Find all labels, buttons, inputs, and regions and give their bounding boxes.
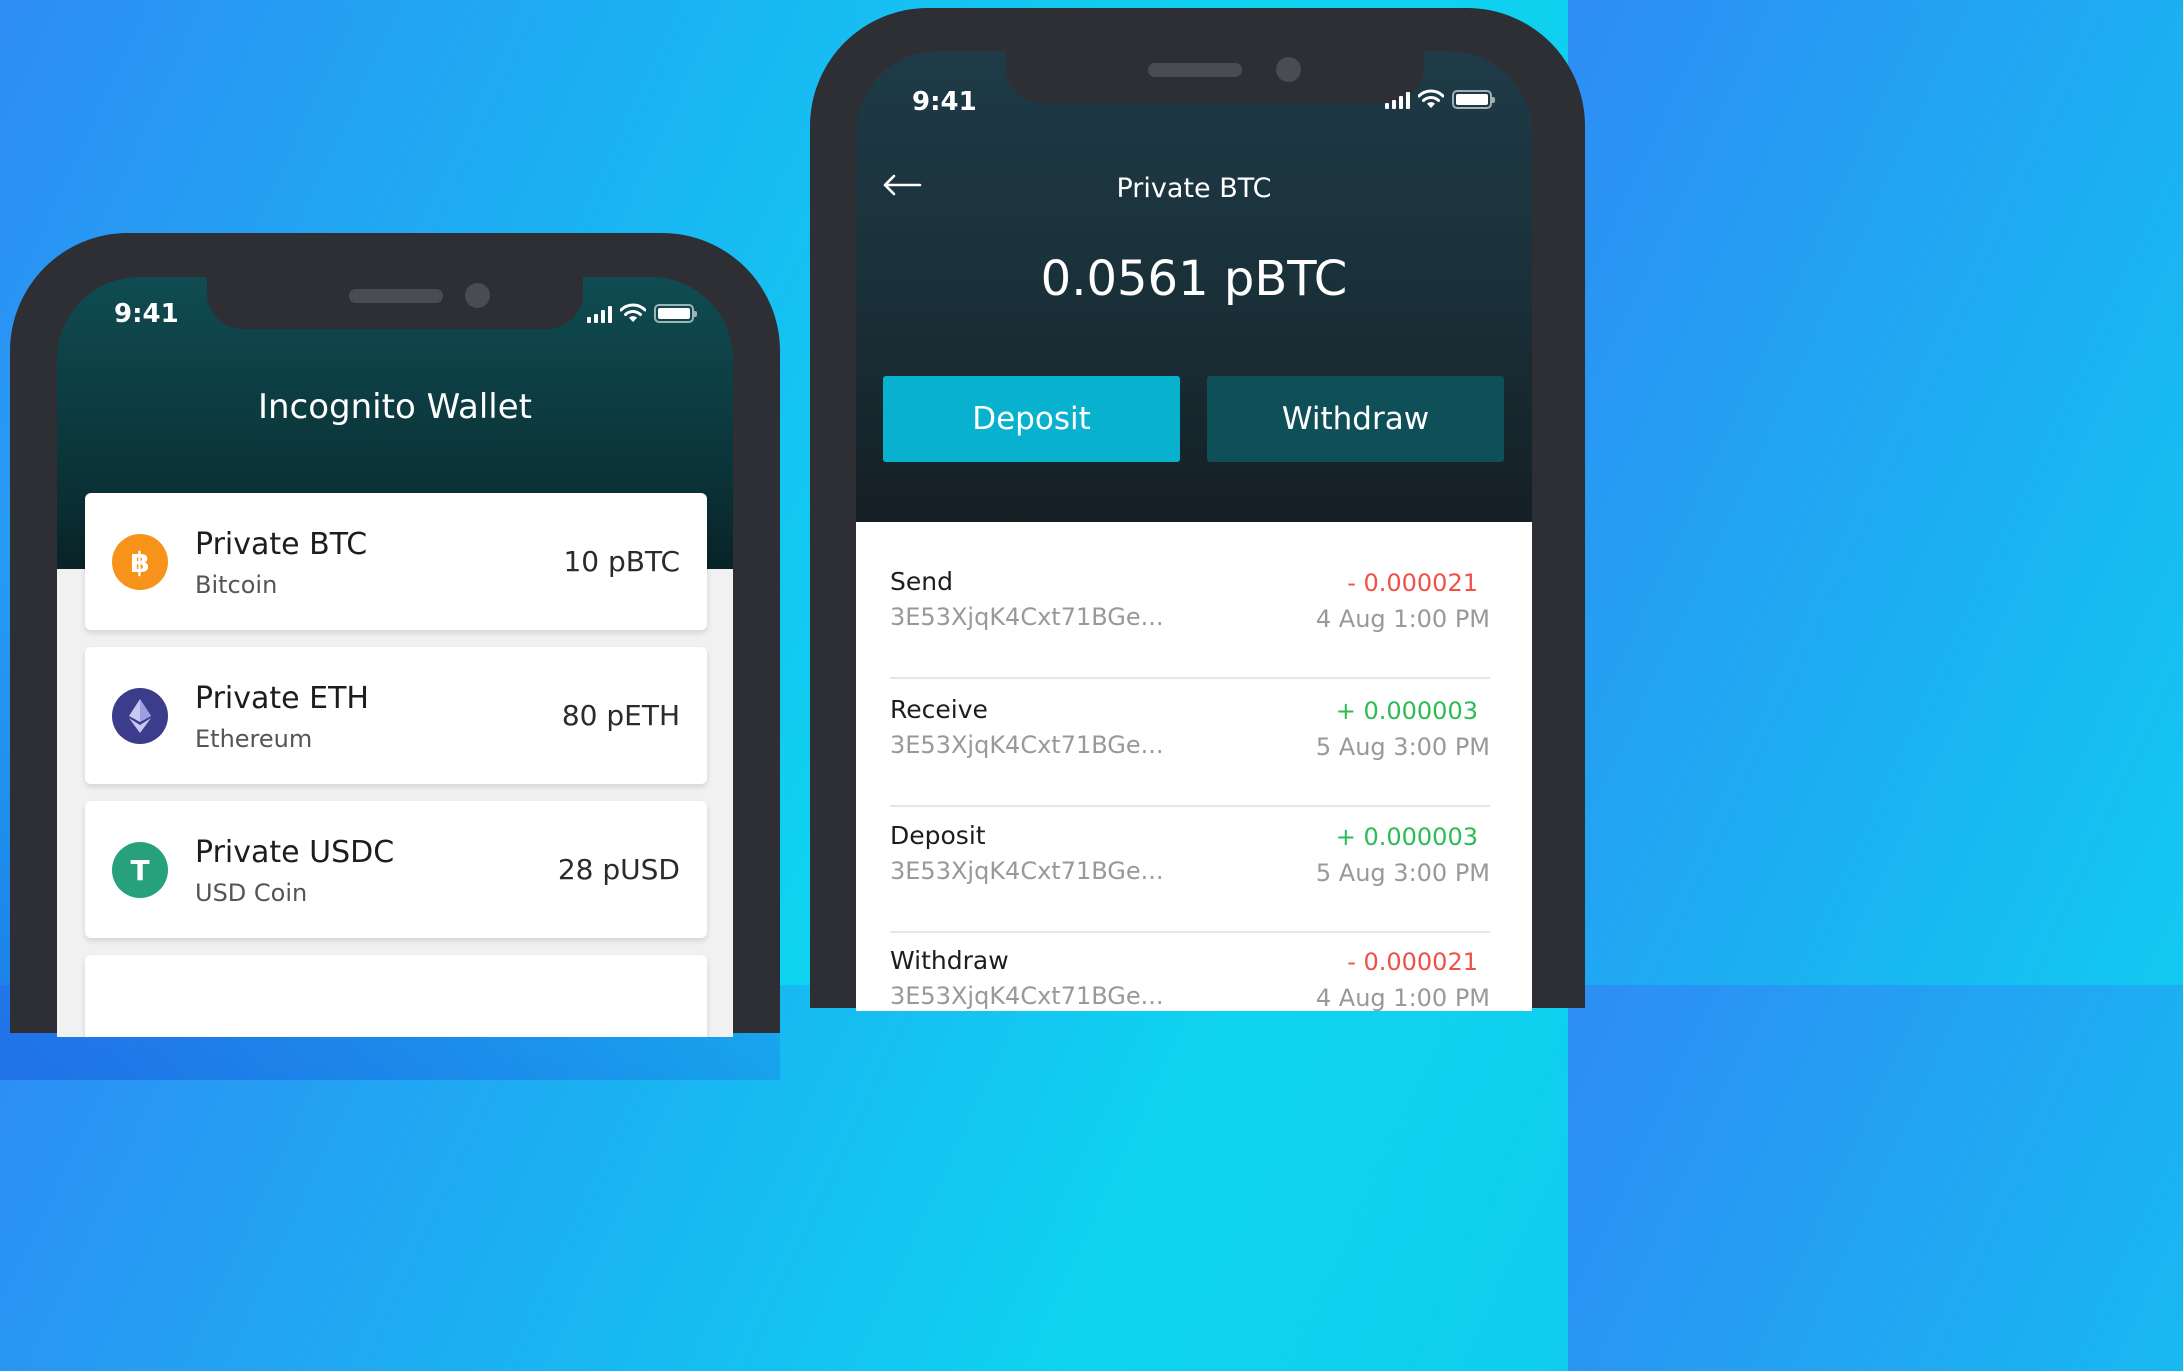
wallet-screen: 9:41 Incognito Wallet ฿ Private BTC Bitc…	[57, 277, 733, 1037]
coin-detail-screen: 9:41 Private BTC 0.0561 pBTC Deposit Wit…	[856, 51, 1532, 1011]
transaction-address: 3E53XjqK4Cxt71BGe...	[890, 982, 1164, 1010]
coin-subtitle: Ethereum	[195, 725, 313, 753]
phone-wallet-list: 9:41 Incognito Wallet ฿ Private BTC Bitc…	[10, 233, 780, 1037]
transaction-type: Receive	[890, 695, 988, 724]
phone-coin-detail: 9:41 Private BTC 0.0561 pBTC Deposit Wit…	[810, 8, 1585, 1011]
phone-notch	[207, 277, 583, 329]
ethereum-icon	[112, 688, 168, 744]
usd-coin-icon: T	[112, 842, 168, 898]
status-time: 9:41	[114, 299, 179, 329]
signal-icon	[1385, 91, 1410, 109]
coin-card-partial[interactable]	[85, 955, 707, 1037]
transaction-amount: - 0.000021	[1347, 948, 1478, 976]
front-camera	[1276, 57, 1301, 82]
coin-name: Private BTC	[195, 527, 368, 562]
coin-name: Private ETH	[195, 681, 369, 716]
transaction-amount: + 0.000003	[1335, 823, 1478, 851]
transaction-row[interactable]: Receive 3E53XjqK4Cxt71BGe... + 0.000003 …	[890, 679, 1490, 807]
transaction-row[interactable]: Send 3E53XjqK4Cxt71BGe... - 0.000021 4 A…	[890, 551, 1490, 679]
transaction-type: Send	[890, 567, 953, 596]
front-camera	[465, 283, 490, 308]
page-title: Private BTC	[1116, 173, 1272, 204]
coin-subtitle: Bitcoin	[195, 571, 278, 599]
transaction-type: Deposit	[890, 821, 986, 850]
status-icons	[587, 303, 697, 323]
transaction-date: 5 Aug 3:00 PM	[1315, 859, 1490, 887]
speaker-grille	[1148, 63, 1242, 77]
transaction-date: 4 Aug 1:00 PM	[1315, 984, 1490, 1011]
speaker-grille	[349, 289, 443, 303]
withdraw-button[interactable]: Withdraw	[1207, 376, 1504, 462]
wifi-icon	[1418, 89, 1444, 108]
signal-icon	[587, 305, 612, 323]
coin-amount: 80 pETH	[561, 699, 680, 732]
ethereum-diamond-icon	[129, 699, 151, 733]
coin-name: Private USDC	[195, 835, 395, 870]
transaction-amount: - 0.000021	[1347, 569, 1478, 597]
transaction-amount: + 0.000003	[1335, 697, 1478, 725]
status-time: 9:41	[912, 87, 977, 117]
wifi-icon	[620, 303, 646, 322]
page-title: Incognito Wallet	[257, 387, 532, 427]
bitcoin-icon: ฿	[112, 534, 168, 590]
status-icons	[1385, 89, 1495, 109]
transaction-address: 3E53XjqK4Cxt71BGe...	[890, 857, 1164, 885]
deposit-button[interactable]: Deposit	[883, 376, 1180, 462]
coin-card-eth[interactable]: Private ETH Ethereum 80 pETH	[85, 647, 707, 784]
coin-amount: 28 pUSD	[557, 853, 680, 886]
transaction-date: 4 Aug 1:00 PM	[1315, 605, 1490, 633]
transaction-address: 3E53XjqK4Cxt71BGe...	[890, 731, 1164, 759]
coin-amount: 10 pBTC	[563, 545, 680, 578]
battery-icon	[654, 304, 697, 323]
coin-card-btc[interactable]: ฿ Private BTC Bitcoin 10 pBTC	[85, 493, 707, 630]
transaction-date: 5 Aug 3:00 PM	[1315, 733, 1490, 761]
transaction-address: 3E53XjqK4Cxt71BGe...	[890, 603, 1164, 631]
transaction-row[interactable]: Deposit 3E53XjqK4Cxt71BGe... + 0.000003 …	[890, 805, 1490, 933]
balance-amount: 0.0561 pBTC	[1040, 251, 1348, 307]
coin-subtitle: USD Coin	[195, 879, 308, 907]
transaction-type: Withdraw	[890, 946, 1009, 975]
battery-icon	[1452, 90, 1495, 109]
phone-notch	[1006, 51, 1424, 103]
transaction-row[interactable]: Withdraw 3E53XjqK4Cxt71BGe... - 0.000021…	[890, 930, 1490, 1011]
coin-card-usdc[interactable]: T Private USDC USD Coin 28 pUSD	[85, 801, 707, 938]
